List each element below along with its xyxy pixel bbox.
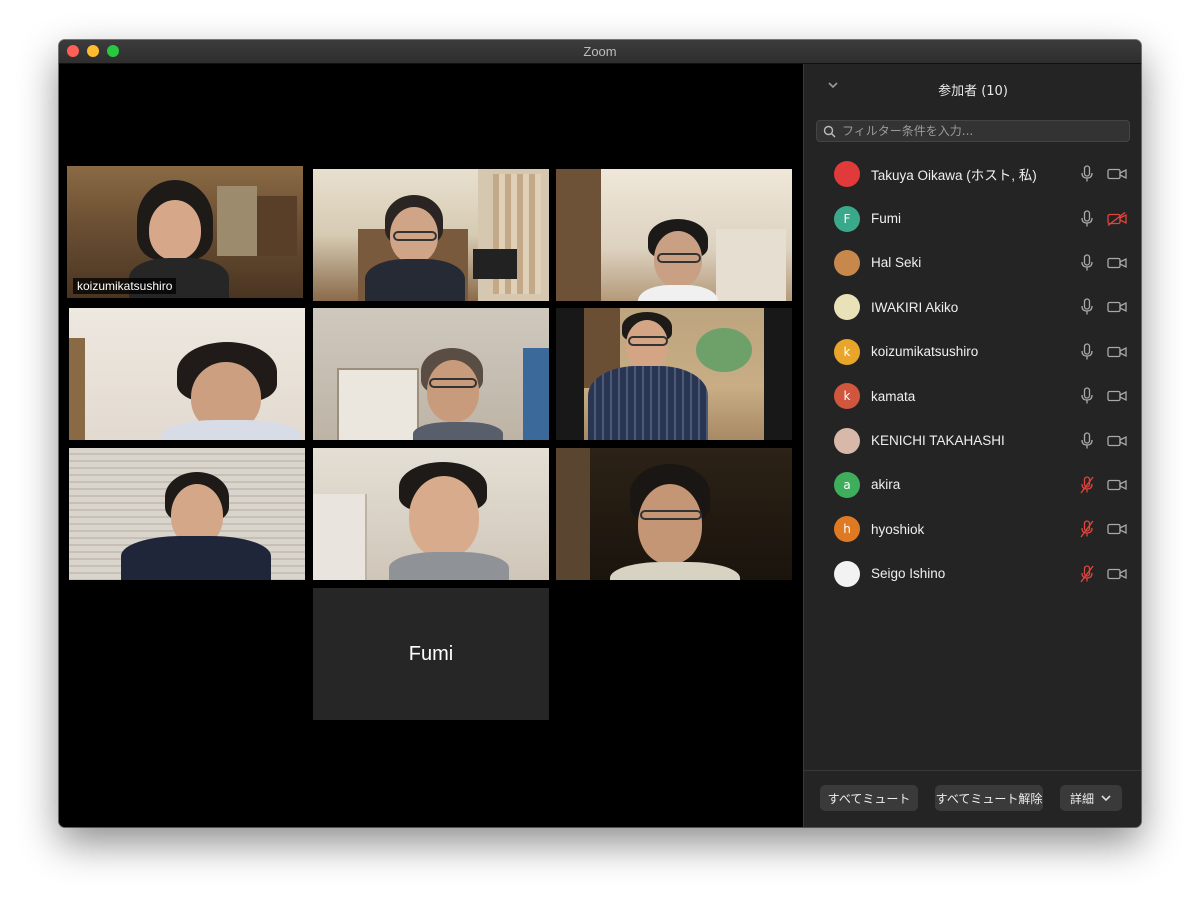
- video-tile[interactable]: [69, 308, 305, 440]
- avatar: k: [834, 338, 860, 365]
- participant-row[interactable]: F Fumi: [804, 196, 1141, 240]
- zoom-window: Zoom koizumikatsushiro Fumi 参加者 (10) フィル…: [59, 40, 1141, 827]
- participant-row[interactable]: h hyoshiok: [804, 507, 1141, 551]
- mic-icon[interactable]: [1080, 431, 1094, 450]
- close-window-icon[interactable]: [67, 45, 79, 57]
- video-tile[interactable]: [69, 448, 305, 580]
- mic-icon[interactable]: [1080, 165, 1094, 183]
- participant-row[interactable]: Hal Seki: [804, 241, 1141, 285]
- participants-panel: 参加者 (10) Takuya Oikawa (ホスト, 私) F Fumi Hal …: [803, 64, 1141, 827]
- video-tile-no-video[interactable]: Fumi: [313, 588, 549, 720]
- participant-name: akira: [871, 477, 901, 493]
- avatar: [834, 427, 860, 454]
- mic-muted-icon[interactable]: [1080, 476, 1094, 494]
- participant-name: Hal Seki: [871, 255, 922, 271]
- participant-row[interactable]: Seigo Ishino: [804, 552, 1141, 596]
- participant-name: Seigo Ishino: [871, 566, 946, 582]
- avatar: k: [834, 383, 860, 410]
- video-icon[interactable]: [1107, 389, 1127, 403]
- participant-name: KENICHI TAKAHASHI: [871, 433, 1005, 449]
- avatar: [834, 161, 860, 188]
- avatar: h: [834, 516, 860, 543]
- participants-title: 参加者 (10): [938, 84, 1008, 99]
- minimize-window-icon[interactable]: [87, 45, 99, 57]
- mic-muted-icon[interactable]: [1080, 520, 1094, 538]
- more-button[interactable]: 詳細: [1060, 785, 1122, 811]
- avatar: F: [834, 205, 860, 232]
- participant-list: Takuya Oikawa (ホスト, 私) F Fumi Hal Seki IWAKI…: [804, 152, 1141, 596]
- video-icon[interactable]: [1107, 478, 1127, 492]
- participant-row[interactable]: IWAKIRI Akiko: [804, 285, 1141, 329]
- mic-muted-icon[interactable]: [1080, 565, 1094, 583]
- participants-panel-header: 参加者 (10): [804, 64, 1141, 112]
- participant-filter-input[interactable]: [840, 123, 1124, 139]
- avatar: a: [834, 471, 860, 498]
- participant-row[interactable]: k koizumikatsushiro: [804, 330, 1141, 374]
- video-off-icon[interactable]: [1107, 211, 1127, 226]
- title-bar: Zoom: [59, 40, 1141, 64]
- video-gallery: koizumikatsushiro Fumi: [59, 64, 803, 827]
- video-tile[interactable]: [313, 448, 549, 580]
- participant-row[interactable]: k kamata: [804, 374, 1141, 418]
- video-icon[interactable]: [1107, 567, 1127, 581]
- mic-icon[interactable]: [1080, 254, 1094, 272]
- video-icon[interactable]: [1107, 300, 1127, 314]
- active-speaker-nameplate: koizumikatsushiro: [73, 278, 177, 294]
- mic-icon[interactable]: [1080, 298, 1094, 316]
- participant-name: koizumikatsushiro: [871, 344, 979, 360]
- participant-name: kamata: [871, 388, 916, 404]
- window-title: Zoom: [583, 44, 617, 59]
- unmute-all-button[interactable]: すべてミュート解除: [935, 785, 1043, 811]
- participant-name: IWAKIRI Akiko: [871, 299, 959, 315]
- video-tile[interactable]: [556, 448, 792, 580]
- video-icon[interactable]: [1107, 167, 1127, 181]
- video-tile[interactable]: [556, 308, 792, 440]
- video-tile[interactable]: [556, 169, 792, 301]
- window-controls: [67, 45, 119, 57]
- video-icon[interactable]: [1107, 522, 1127, 536]
- participant-name: Fumi: [871, 211, 901, 227]
- avatar: [834, 249, 860, 276]
- mute-all-button[interactable]: すべてミュート: [820, 785, 918, 811]
- participant-name: Takuya Oikawa (ホスト, 私): [871, 168, 1037, 184]
- video-tile-koizumikatsushiro[interactable]: koizumikatsushiro: [67, 166, 303, 298]
- chevron-down-icon: [1101, 795, 1111, 802]
- video-icon[interactable]: [1107, 345, 1127, 359]
- participant-filter[interactable]: [816, 120, 1130, 142]
- video-tile[interactable]: [313, 169, 549, 301]
- video-tile[interactable]: [313, 308, 549, 440]
- avatar: [834, 294, 860, 321]
- mic-icon[interactable]: [1080, 209, 1094, 228]
- participants-footer: すべてミュート すべてミュート解除 詳細: [804, 770, 1141, 827]
- more-button-label: 詳細: [1069, 791, 1094, 806]
- video-icon[interactable]: [1107, 256, 1127, 270]
- participant-name: hyoshiok: [871, 521, 925, 537]
- search-icon: [823, 125, 836, 138]
- video-icon[interactable]: [1107, 434, 1127, 448]
- participant-row[interactable]: a akira: [804, 463, 1141, 507]
- no-video-participant-name: Fumi: [408, 642, 454, 665]
- participant-row[interactable]: KENICHI TAKAHASHI: [804, 418, 1141, 462]
- avatar: [834, 560, 860, 587]
- mic-icon[interactable]: [1080, 387, 1094, 405]
- participant-row[interactable]: Takuya Oikawa (ホスト, 私): [804, 152, 1141, 196]
- maximize-window-icon[interactable]: [107, 45, 119, 57]
- mic-icon[interactable]: [1080, 343, 1094, 361]
